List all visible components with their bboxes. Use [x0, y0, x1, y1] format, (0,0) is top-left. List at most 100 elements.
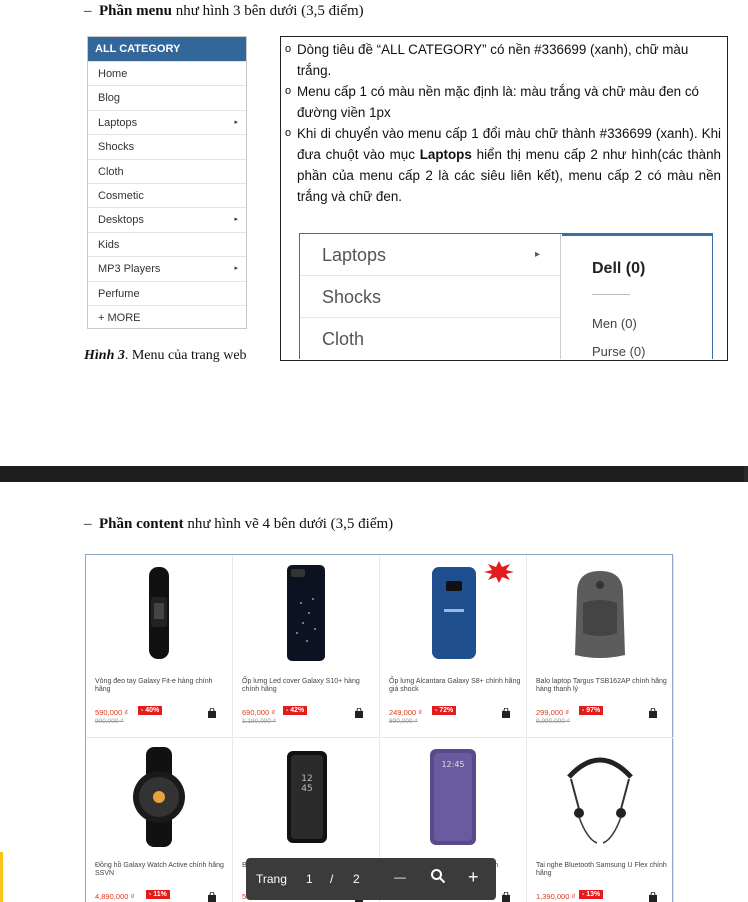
product-name[interactable]: Balo laptop Targus TSB162AP chính hãng h…	[536, 678, 668, 694]
product-card[interactable]: Vòng đeo tay Galaxy Fit-e hàng chính hãn…	[86, 555, 233, 738]
demo-item-cloth[interactable]: Cloth	[300, 318, 560, 359]
figure-caption: Hình 3. Menu của trang web	[84, 348, 247, 364]
menu-item[interactable]: Cloth	[88, 158, 246, 183]
cart-bag-icon[interactable]	[351, 707, 367, 722]
zoom-in-button[interactable]: +	[468, 867, 479, 888]
heading-bold: Phần menu	[99, 3, 172, 19]
product-old-price: 9,990,000 ₫	[536, 718, 571, 725]
cart-bag-icon[interactable]	[204, 707, 220, 722]
menu-item-label: Laptops	[98, 116, 138, 129]
chevron-right-icon: ▸	[234, 216, 238, 224]
product-grid: Vòng đeo tay Galaxy Fit-e hàng chính hãn…	[85, 554, 674, 902]
discount-badge: - 72%	[432, 706, 457, 715]
bullet-1-text: Dòng tiêu đề “ALL CATEGORY” có nền #3366…	[297, 42, 689, 78]
smartwatch-icon[interactable]	[116, 747, 202, 847]
menu-item[interactable]: Desktops ▸	[88, 207, 246, 231]
menu-item[interactable]: Shocks	[88, 134, 246, 158]
bullet-mark: o	[285, 43, 292, 55]
description-box: o Dòng tiêu đề “ALL CATEGORY” có nền #336…	[280, 36, 728, 361]
product-old-price: 1,190,000 ₫	[242, 718, 277, 725]
submenu-link-purse[interactable]: Purse (0)	[592, 344, 645, 359]
heading-dash: –	[84, 516, 92, 532]
product-price: 299,000 ₫	[536, 708, 570, 717]
menu-item[interactable]: Blog	[88, 85, 246, 109]
page-gap	[0, 466, 748, 482]
zoom-magnifier-icon[interactable]	[430, 868, 446, 887]
menu-item[interactable]: MP3 Players ▸	[88, 256, 246, 280]
menu-items: Home Blog Laptops ▸ Shocks Cloth Cosmetic Deskt…	[88, 61, 246, 329]
hot-badge-icon	[484, 561, 514, 583]
product-card[interactable]: Ốp lưng Alcantara Galaxy S8+ chính hãng …	[380, 555, 527, 738]
product-name[interactable]: Tai nghe Bluetooth Samsung U Flex chính …	[536, 862, 668, 878]
caption-text: . Menu của trang web	[124, 348, 247, 363]
menu-item[interactable]: Perfume	[88, 280, 246, 305]
led-cover-icon[interactable]	[263, 563, 349, 663]
caption-label: Hình 3	[84, 348, 125, 363]
current-page-input[interactable]: 1	[306, 872, 313, 886]
menu-item-label: Desktops	[98, 214, 144, 227]
document-page-1: – Phần menu như hình 3 bên dưới (3,5 điể…	[0, 0, 748, 466]
svg-text:12: 12	[301, 774, 312, 784]
product-card[interactable]: Ốp lưng Led cover Galaxy S10+ hàng chính…	[233, 555, 380, 738]
product-price: 690,000 ₫	[242, 708, 276, 717]
fitness-band-icon[interactable]	[116, 563, 202, 663]
submenu-link-men[interactable]: Men (0)	[592, 316, 637, 331]
led-view-cover-icon[interactable]: 12:45	[410, 747, 496, 847]
menu-item-label: Kids	[98, 238, 120, 251]
category-menu: ALL CATEGORY Home Blog Laptops ▸ Shocks Cloth…	[87, 36, 247, 329]
bullet-1: o Dòng tiêu đề “ALL CATEGORY” có nền #336…	[285, 39, 721, 81]
product-name[interactable]: Đồng hồ Galaxy Watch Active chính hãng S…	[95, 862, 227, 878]
product-card[interactable]: Đồng hồ Galaxy Watch Active chính hãng S…	[86, 739, 233, 902]
heading-rest: như hình vẽ 4 bên dưới (3,5 điểm)	[187, 516, 394, 532]
svg-text:45: 45	[301, 784, 312, 794]
zoom-out-button[interactable]: —	[394, 870, 406, 884]
cart-bag-icon[interactable]	[498, 891, 514, 902]
cart-bag-icon[interactable]	[498, 707, 514, 722]
product-name[interactable]: Ốp lưng Alcantara Galaxy S8+ chính hãng …	[389, 678, 521, 694]
clear-view-cover-icon[interactable]: 12 45	[263, 747, 349, 847]
cart-bag-icon[interactable]	[645, 891, 661, 902]
demo-item-laptops[interactable]: Laptops ▸	[300, 234, 560, 276]
product-name[interactable]: Vòng đeo tay Galaxy Fit-e hàng chính hãn…	[95, 678, 227, 694]
menu-item-label: + MORE	[98, 311, 141, 324]
demo-item-shocks[interactable]: Shocks	[300, 276, 560, 318]
cart-bag-icon[interactable]	[645, 707, 661, 722]
product-name[interactable]: Ốp lưng Led cover Galaxy S10+ hàng chính…	[242, 678, 374, 694]
requirements-list: o Dòng tiêu đề “ALL CATEGORY” có nền #336…	[285, 39, 721, 207]
page-label: Trang	[256, 872, 287, 886]
submenu-title[interactable]: Dell (0)	[592, 260, 645, 278]
product-price: 249,000 ₫	[389, 708, 423, 717]
product-price: 1,390,000 ₫	[536, 892, 576, 901]
cart-bag-icon[interactable]	[204, 891, 220, 902]
menu-item[interactable]: Home	[88, 61, 246, 85]
menu-item-label: Cosmetic	[98, 189, 144, 202]
heading-dash: –	[84, 3, 92, 19]
product-card[interactable]: Balo laptop Targus TSB162AP chính hãng h…	[527, 555, 674, 738]
bullet-3: o Khi di chuyển vào menu cấp 1 đổi màu ch…	[285, 123, 721, 207]
menu-section-heading: – Phần menu như hình 3 bên dưới (3,5 điể…	[84, 3, 364, 20]
menu-item-label: Perfume	[98, 287, 140, 300]
demo-level1-menu: Laptops ▸ Shocks Cloth	[300, 234, 561, 359]
total-pages: 2	[353, 872, 360, 886]
product-price: 4,890,000 ₫	[95, 892, 135, 901]
heading-bold: Phần content	[99, 516, 184, 532]
earphones-icon[interactable]	[557, 747, 643, 847]
menu-item-label: Home	[98, 68, 128, 80]
discount-badge: - 13%	[579, 890, 604, 899]
menu-item[interactable]: Cosmetic	[88, 182, 246, 207]
menu-item[interactable]: Kids	[88, 231, 246, 256]
backpack-icon[interactable]	[557, 563, 643, 663]
menu-item[interactable]: + MORE	[88, 304, 246, 329]
chevron-right-icon: ▸	[534, 249, 540, 260]
menu-item-label: Blog	[98, 92, 121, 105]
svg-text:12:45: 12:45	[441, 760, 464, 769]
discount-badge: - 97%	[579, 706, 604, 715]
pdf-viewer-toolbar: Trang 1 / 2 — +	[246, 858, 496, 900]
bullet-2: o Menu cấp 1 có màu nền mặc định là: màu …	[285, 81, 721, 123]
menu-item[interactable]: Laptops ▸	[88, 109, 246, 134]
product-card[interactable]: Tai nghe Bluetooth Samsung U Flex chính …	[527, 739, 674, 902]
chevron-right-icon: ▸	[234, 265, 238, 273]
menu-item-label: MP3 Players	[98, 263, 161, 276]
page-separator: /	[330, 872, 334, 886]
chevron-right-icon: ▸	[234, 118, 238, 126]
